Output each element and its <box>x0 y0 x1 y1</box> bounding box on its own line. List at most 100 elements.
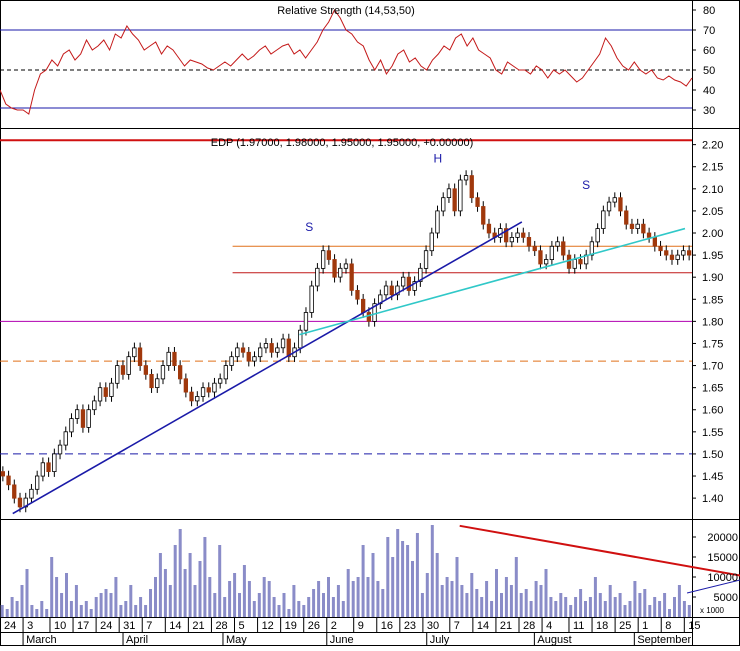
volume-bar <box>5 609 9 617</box>
volume-bar <box>223 597 227 617</box>
candle-body <box>80 409 86 428</box>
volume-bar <box>40 601 44 617</box>
volume-bar <box>272 597 276 617</box>
volume-bar <box>203 537 207 617</box>
candle-body <box>35 475 40 490</box>
candle-body <box>532 245 537 252</box>
day-tick-label: 2 <box>331 620 337 632</box>
price-tick-label: 1.65 <box>702 383 723 395</box>
volume-bar <box>450 581 454 617</box>
price-tick-label: 1.55 <box>702 427 723 439</box>
price-tick-label: 1.90 <box>702 272 723 284</box>
volume-bar <box>228 581 232 617</box>
month-tick-label: May <box>226 634 247 646</box>
pattern-label: S <box>582 178 590 192</box>
candle-body <box>326 250 332 260</box>
candle-body <box>618 197 623 212</box>
price-trendline <box>12 221 523 515</box>
candle-body <box>366 312 372 322</box>
volume-bar <box>495 569 498 617</box>
candle-body <box>52 453 57 472</box>
volume-bar <box>109 593 113 617</box>
candle-body <box>681 250 686 256</box>
price-tick-label: 1.75 <box>702 338 723 350</box>
volume-bar <box>10 597 14 617</box>
volume-bar <box>208 577 212 617</box>
volume-bar <box>386 537 390 617</box>
volume-bar <box>465 593 469 617</box>
volume-bar <box>287 609 291 617</box>
volume-bar <box>312 589 316 617</box>
volume-bar <box>233 573 237 617</box>
volume-bar <box>371 553 375 617</box>
volume-tick-label: 20000 <box>707 532 738 544</box>
price-tick-label: 1.95 <box>702 250 723 262</box>
candle-body <box>29 488 34 499</box>
candle-body <box>606 201 612 212</box>
candle-body <box>561 241 566 256</box>
volume-bar <box>35 609 39 617</box>
volume-bar <box>643 589 647 617</box>
volume-bar <box>455 557 459 617</box>
candle-body <box>137 347 143 366</box>
volume-bar <box>30 605 34 617</box>
candle-body <box>115 365 120 384</box>
candle-body <box>195 396 200 402</box>
candle-body <box>646 232 652 238</box>
volume-bar <box>45 609 49 617</box>
candle-body <box>526 236 532 247</box>
candle-body <box>57 444 63 455</box>
candle-body <box>549 245 554 261</box>
candle-body <box>12 484 17 499</box>
volume-bar <box>193 585 197 617</box>
volume-bar <box>55 577 59 617</box>
volume-bar <box>163 569 167 617</box>
candle-body <box>309 285 314 313</box>
volume-bar <box>307 597 311 617</box>
month-tick-label: April <box>126 634 148 646</box>
candle-body <box>303 312 309 331</box>
day-tick-label: 26 <box>308 620 320 632</box>
volume-bar <box>559 593 563 617</box>
candle-body <box>223 365 229 380</box>
day-tick-label: 24 <box>4 620 16 632</box>
candle-body <box>206 387 211 393</box>
volume-bar <box>460 585 464 617</box>
volume-bar <box>149 589 152 617</box>
volume-bar <box>564 597 568 617</box>
volume-bar <box>663 593 667 617</box>
day-tick-label: 21 <box>500 620 512 632</box>
candle-body <box>509 236 515 243</box>
candle-body <box>155 378 160 388</box>
candle-body <box>349 263 354 291</box>
candle-body <box>75 409 80 419</box>
candle-body <box>172 351 177 366</box>
volume-bar <box>158 553 162 617</box>
candle-body <box>469 175 474 199</box>
volume-bar <box>84 601 88 617</box>
volume-bar <box>391 557 395 617</box>
volume-bar <box>139 597 143 617</box>
volume-bar <box>534 581 538 617</box>
volume-bar <box>25 569 29 617</box>
candle-body <box>97 387 103 402</box>
candle-body <box>17 497 23 508</box>
rsi-tick-label: 50 <box>703 65 715 77</box>
candle-body <box>257 347 263 358</box>
candle-body <box>132 347 137 358</box>
volume-bar <box>584 601 587 617</box>
candle-body <box>69 418 74 433</box>
volume-bar <box>188 553 192 617</box>
volume-bar <box>396 529 400 617</box>
volume-bar <box>282 593 286 617</box>
price-tick-label: 1.45 <box>702 471 723 483</box>
day-tick-label: 31 <box>123 620 135 632</box>
volume-bar <box>440 585 444 617</box>
candle-body <box>544 259 549 265</box>
day-tick-label: 25 <box>619 620 631 632</box>
volume-bar <box>351 581 355 617</box>
volume-bar <box>50 557 54 617</box>
price-tick-label: 2.15 <box>702 162 723 174</box>
volume-bar <box>15 601 19 617</box>
volume-bar <box>327 577 330 617</box>
